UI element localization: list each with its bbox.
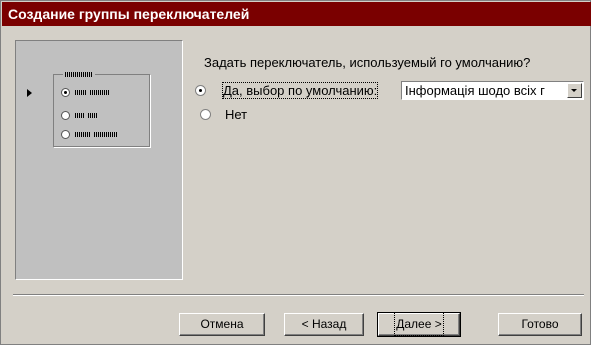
cancel-button-label: Отмена (200, 317, 244, 331)
wizard-window: Создание группы переключателей Задать пе… (0, 0, 591, 345)
cancel-button[interactable]: Отмена (179, 313, 265, 336)
radio-yes[interactable] (195, 85, 206, 96)
preview-option-3 (61, 129, 118, 139)
question-label: Задать переключатель, используемый го ум… (204, 55, 531, 70)
preview-option-2 (61, 110, 98, 120)
default-option-select[interactable]: Інформація шодо всіх г (401, 81, 584, 100)
radio-no-label[interactable]: Нет (225, 107, 247, 122)
finish-button[interactable]: Готово (498, 313, 582, 336)
next-button-label: Далее > (394, 312, 444, 336)
window-title: Создание группы переключателей (2, 2, 591, 26)
back-button-label: < Назад (301, 317, 347, 331)
dropdown-arrow-icon[interactable] (567, 83, 582, 98)
preview-radio-icon (61, 110, 70, 120)
preview-option-1 (61, 87, 110, 97)
preview-radio-icon (61, 129, 70, 139)
radio-yes-label[interactable]: Да, выбор по умолчанию: (221, 82, 379, 99)
preview-group-caption (63, 69, 95, 79)
preview-radio-icon (61, 87, 70, 97)
finish-button-label: Готово (521, 317, 559, 331)
back-button[interactable]: < Назад (284, 313, 364, 336)
next-button[interactable]: Далее > (377, 312, 461, 337)
radio-no[interactable] (200, 109, 211, 120)
selection-pointer-icon (27, 89, 32, 97)
separator (13, 294, 584, 296)
default-option-value: Інформація шодо всіх г (405, 83, 545, 98)
